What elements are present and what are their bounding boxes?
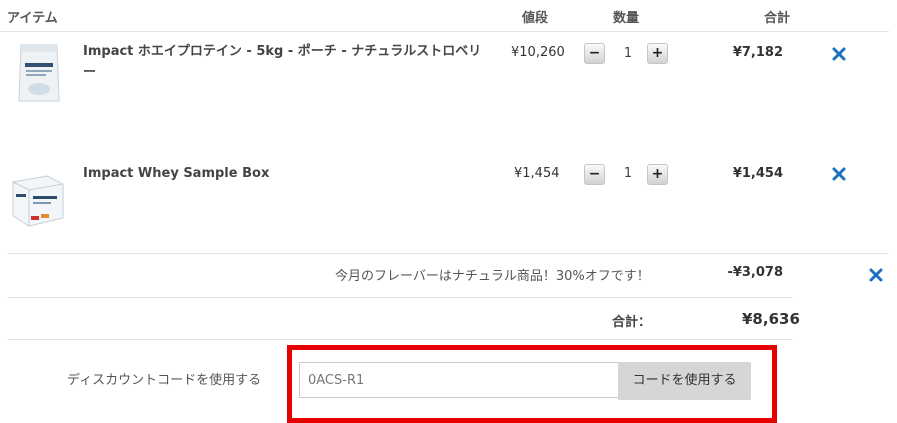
grand-total-label: 合計： <box>612 315 652 330</box>
line-total: ¥1,454 <box>732 166 783 181</box>
quantity-value[interactable]: 1 <box>618 166 638 181</box>
divider <box>7 339 793 340</box>
column-header-total: 合計 <box>764 11 791 26</box>
cart-item-row: Impact Whey Sample Box ¥1,454 − 1 + ¥1,4… <box>0 142 897 252</box>
highlight-box <box>287 345 777 423</box>
close-icon[interactable] <box>868 267 884 283</box>
unit-price: ¥10,260 <box>511 45 565 60</box>
unit-price: ¥1,454 <box>514 166 560 181</box>
divider <box>7 297 793 298</box>
column-header-item: アイテム <box>7 11 58 26</box>
close-icon[interactable] <box>831 166 847 182</box>
quantity-decrease-button[interactable]: − <box>584 43 605 64</box>
quantity-increase-button[interactable]: + <box>647 164 668 185</box>
product-name[interactable]: Impact Whey Sample Box <box>83 163 493 184</box>
discount-code-label: ディスカウントコードを使用する <box>67 373 262 388</box>
promo-message: 今月のフレーバーはナチュラル商品！30%オフです！ <box>335 269 650 284</box>
grand-total-amount: ¥8,636 <box>742 310 800 328</box>
quantity-decrease-button[interactable]: − <box>584 164 605 185</box>
close-icon[interactable] <box>831 46 847 62</box>
protein-pouch-image[interactable] <box>12 41 66 105</box>
promo-discount-amount: -¥3,078 <box>727 265 783 280</box>
quantity-value[interactable]: 1 <box>618 46 638 61</box>
column-header-price: 値段 <box>522 11 549 26</box>
line-total: ¥7,182 <box>732 45 783 60</box>
quantity-increase-button[interactable]: + <box>647 43 668 64</box>
sample-box-image[interactable] <box>11 172 65 236</box>
column-header-quantity: 数量 <box>613 11 640 26</box>
divider <box>7 253 889 254</box>
product-name[interactable]: Impact ホエイプロテイン - 5kg - ポーチ - ナチュラルストロベリ… <box>83 41 493 83</box>
cart-item-row: Impact ホエイプロテイン - 5kg - ポーチ - ナチュラルストロベリ… <box>0 32 897 142</box>
